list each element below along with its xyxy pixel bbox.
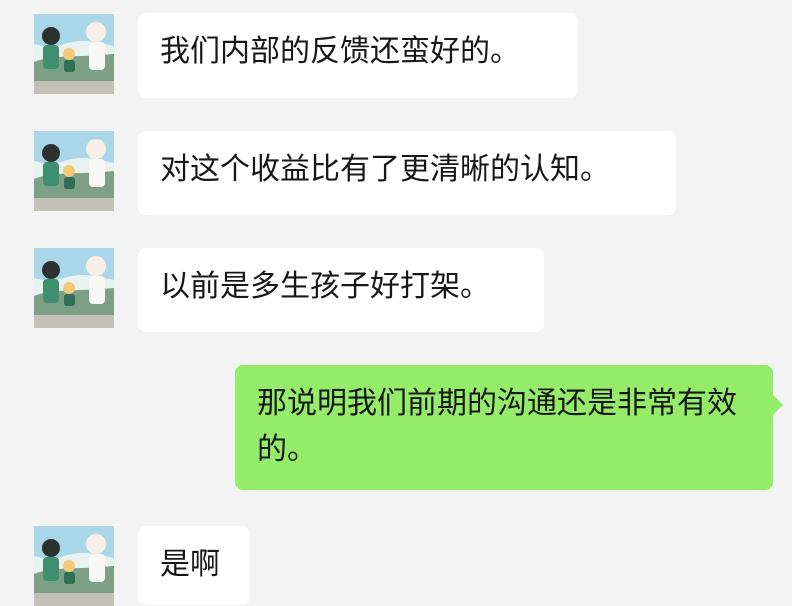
sender-avatar[interactable] — [34, 14, 114, 94]
family-illustration-icon — [34, 248, 114, 328]
family-illustration-icon — [34, 14, 114, 94]
message-text: 那说明我们前期的沟通还是非常有效的。 — [257, 386, 737, 467]
message-text: 对这个收益比有了更清晰的认知。 — [160, 152, 610, 187]
sender-avatar[interactable] — [34, 131, 114, 211]
family-illustration-icon — [34, 526, 114, 606]
message-text: 以前是多生孩子好打架。 — [160, 269, 490, 304]
chat-conversation[interactable]: 我们内部的反馈还蛮好的。 对这个收益比有了更清晰的认知。 以前是多生孩子好打架。… — [0, 0, 792, 606]
received-message-bubble[interactable]: 对这个收益比有了更清晰的认知。 — [138, 131, 676, 215]
sent-message-bubble[interactable]: 那说明我们前期的沟通还是非常有效的。 — [235, 365, 783, 490]
received-message-bubble[interactable]: 以前是多生孩子好打架。 — [138, 248, 544, 332]
message-text: 我们内部的反馈还蛮好的。 — [160, 34, 520, 69]
sender-avatar[interactable] — [34, 248, 114, 328]
received-message-bubble[interactable]: 是啊 — [138, 526, 250, 605]
sender-avatar[interactable] — [34, 526, 114, 606]
message-text: 是啊 — [160, 547, 220, 582]
family-illustration-icon — [34, 131, 114, 211]
received-message-bubble[interactable]: 我们内部的反馈还蛮好的。 — [138, 13, 578, 98]
